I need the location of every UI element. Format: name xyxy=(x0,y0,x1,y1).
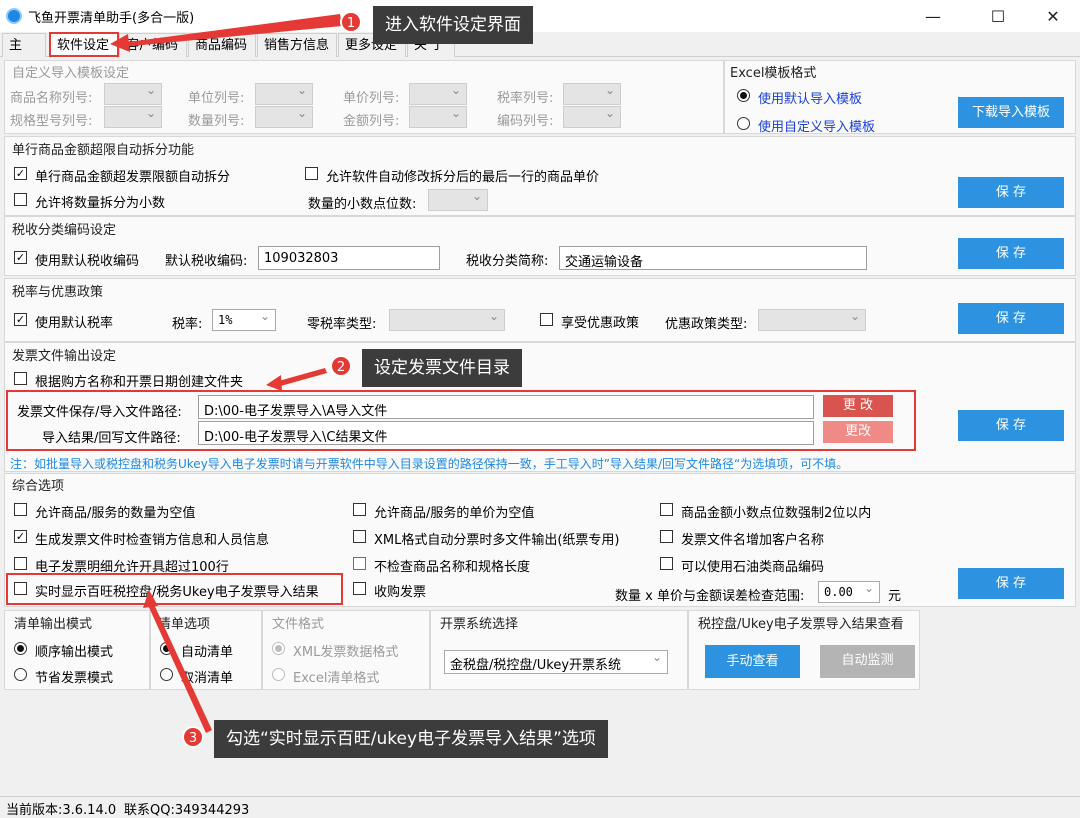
qq-text: 联系QQ:349344293 xyxy=(124,803,250,818)
version-text: 当前版本:3.6.14.0 xyxy=(6,803,117,818)
step3-badge: 3 xyxy=(182,726,204,748)
annotation-arrows xyxy=(110,14,342,733)
step1-badge: 1 xyxy=(340,11,362,33)
status-bar: 当前版本:3.6.14.0 联系QQ:349344293 xyxy=(0,796,1080,818)
step2-callout: 设定发票文件目录 xyxy=(362,349,522,387)
step2-badge: 2 xyxy=(330,355,352,377)
step3-callout: 勾选“实时显示百旺/ukey电子发票导入结果”选项 xyxy=(214,720,608,758)
step1-callout: 进入软件设定界面 xyxy=(373,6,533,44)
